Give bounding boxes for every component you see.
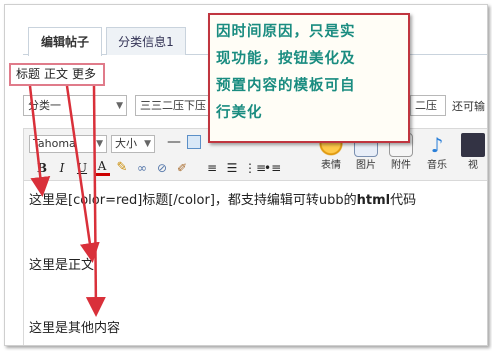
format-brush-icon[interactable]: ✐ xyxy=(174,160,190,176)
editor-content-area[interactable]: 这里是[color=red]标题[/color]，都支持编辑可转ubb的html… xyxy=(23,180,487,345)
video-button[interactable]: 视 xyxy=(456,131,487,179)
attachment-button-label: 附件 xyxy=(391,160,411,171)
remaining-chars-text: 还可输 xyxy=(452,100,485,113)
bold-button[interactable]: B xyxy=(34,160,50,176)
chevron-down-icon: ▼ xyxy=(144,139,151,149)
editor-line-title-prefix: 这里是[color=red]标题[/color]，都支持编辑可转ubb的 xyxy=(29,193,357,208)
editor-line-title: 这里是[color=red]标题[/color]，都支持编辑可转ubb的html… xyxy=(29,189,416,208)
callout-line: 预置内容的模板可自 xyxy=(216,78,356,94)
highlight-icon[interactable]: ✎ xyxy=(114,160,130,176)
music-button-label: 音乐 xyxy=(427,160,447,171)
video-icon xyxy=(461,133,485,157)
category-select[interactable]: 分类一 ▼ xyxy=(23,95,127,116)
chevron-down-icon: ▼ xyxy=(116,101,123,111)
callout-line: 现功能，按钮美化及 xyxy=(216,51,356,67)
align-left-icon[interactable]: ≡ xyxy=(204,160,220,176)
section-label-title[interactable]: 标题 xyxy=(16,67,40,81)
font-size-select[interactable]: 大小 ▼ xyxy=(111,135,155,153)
title-input-value: 三三二压下压 xyxy=(140,99,206,112)
section-label-more[interactable]: 更多 xyxy=(72,67,96,81)
italic-button[interactable]: I xyxy=(54,160,70,176)
underline-button[interactable]: U xyxy=(74,160,90,176)
font-color-button[interactable]: A xyxy=(94,160,110,176)
editor-line-title-bold: html xyxy=(356,193,391,208)
right-input[interactable]: 二压 xyxy=(410,95,446,116)
music-note-icon: ♪ xyxy=(430,133,444,157)
unlink-icon[interactable]: ⊘ xyxy=(154,160,170,176)
link-icon[interactable]: ∞ xyxy=(134,160,150,176)
video-button-label: 视 xyxy=(468,160,478,171)
category-select-value: 分类一 xyxy=(28,99,61,112)
callout-line: 因时间原因，只是实 xyxy=(216,24,356,40)
music-button[interactable]: ♪ 音乐 xyxy=(420,131,454,179)
right-input-value: 二压 xyxy=(415,99,437,112)
callout-line: 行美化 xyxy=(216,105,263,121)
font-family-value: Tahoma xyxy=(33,137,76,150)
annotation-callout: 因时间原因，只是实 现功能，按钮美化及 预置内容的模板可自 行美化 xyxy=(208,13,410,143)
section-label-body[interactable]: 正文 xyxy=(44,67,68,81)
align-center-icon[interactable]: ☰ xyxy=(224,160,240,176)
title-input[interactable]: 三三二压下压 xyxy=(135,95,215,116)
horizontal-rule-icon[interactable]: — xyxy=(167,134,181,150)
font-family-select[interactable]: Tahoma ▼ xyxy=(29,135,107,153)
unordered-list-icon[interactable]: •≡ xyxy=(264,160,281,176)
image-button-label: 图片 xyxy=(356,160,376,171)
emoji-button-label: 表情 xyxy=(321,160,341,171)
ordered-list-icon[interactable]: ⋮≡ xyxy=(244,160,266,176)
section-labels: 标题 正文 更多 xyxy=(9,63,105,86)
table-icon[interactable] xyxy=(187,135,201,149)
chevron-down-icon: ▼ xyxy=(96,139,103,149)
font-size-value: 大小 xyxy=(115,137,137,150)
tab-edit-post[interactable]: 编辑帖子 xyxy=(28,27,102,56)
editor-line-body: 这里是正文 xyxy=(29,258,95,273)
editor-line-title-suffix: 代码 xyxy=(390,193,417,208)
editor-line-more: 这里是其他内容 xyxy=(29,321,121,336)
tab-category-info[interactable]: 分类信息1 xyxy=(106,27,186,55)
